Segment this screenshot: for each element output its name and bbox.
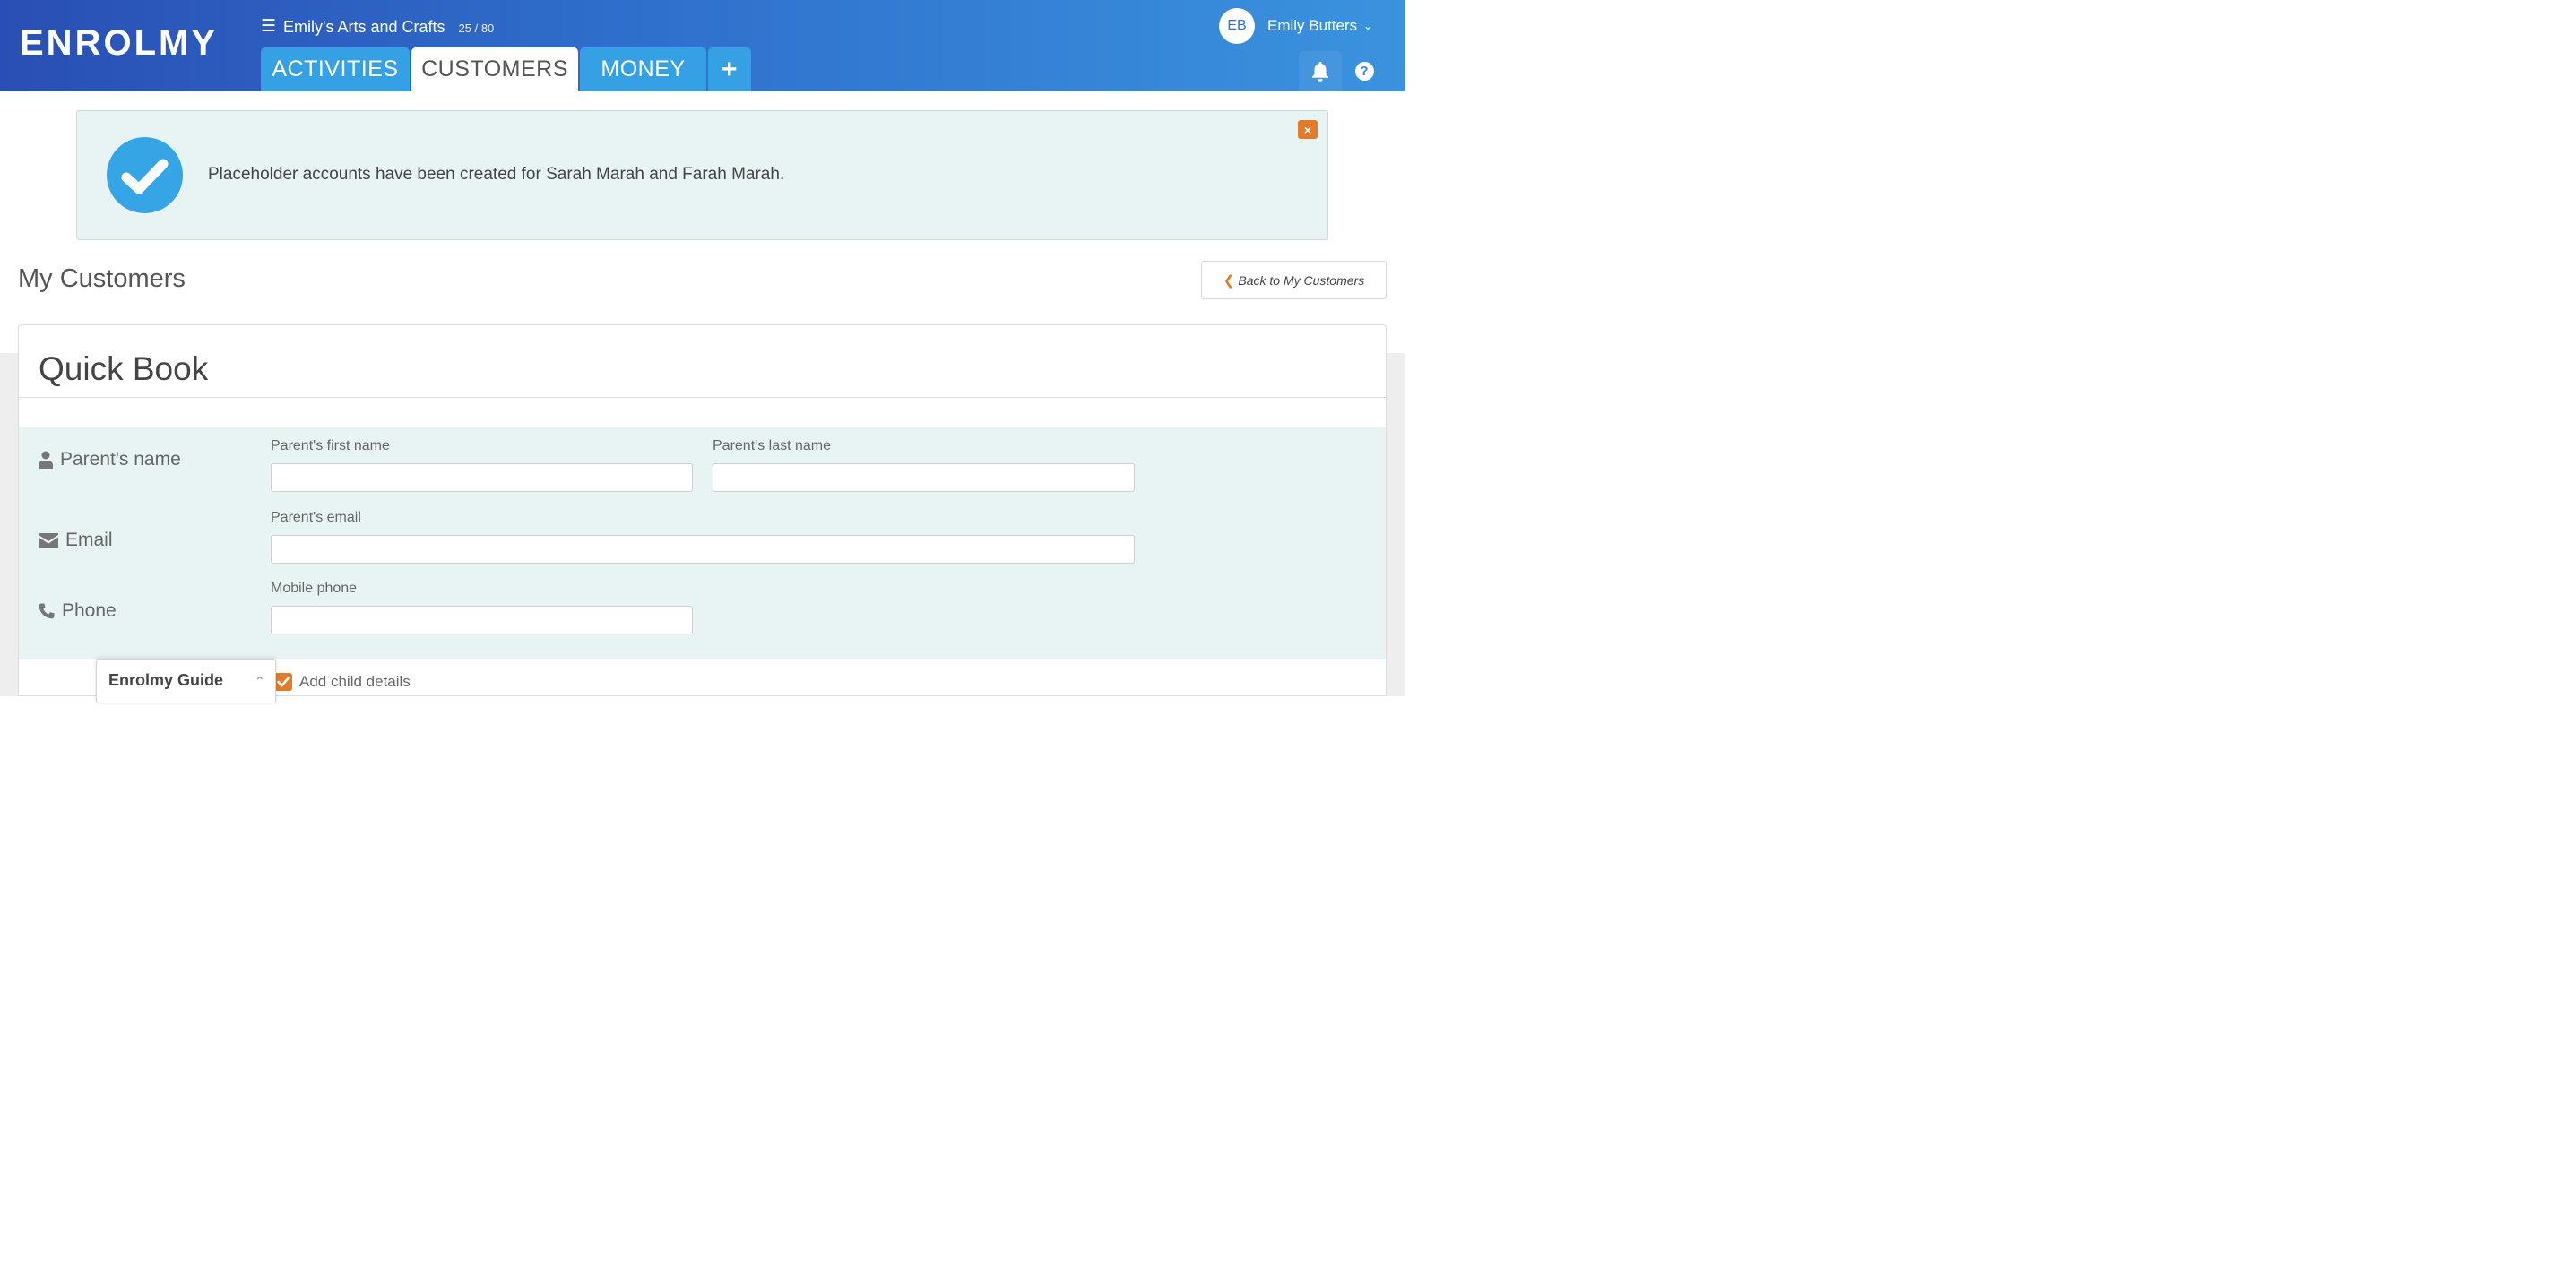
divider: [19, 397, 1386, 398]
back-to-customers-button[interactable]: ❮ Back to My Customers: [1201, 261, 1387, 299]
parent-details-section: Parent's name Parent's first name Parent…: [19, 427, 1386, 659]
tab-money[interactable]: MONEY: [580, 47, 706, 91]
checkmark-icon: [277, 677, 290, 687]
hamburger-menu-icon[interactable]: ☰: [261, 18, 276, 36]
page-title: My Customers: [18, 264, 186, 293]
enrolmy-guide-widget[interactable]: Enrolmy Guide ⌃: [96, 659, 276, 703]
user-menu[interactable]: EB Emily Butters ⌄: [1219, 8, 1372, 44]
envelope-icon: [39, 532, 58, 548]
phone-icon: [39, 603, 55, 619]
guide-title: Enrolmy Guide: [108, 671, 224, 689]
close-icon: ×: [1303, 122, 1312, 137]
user-name[interactable]: Emily Butters: [1267, 17, 1357, 35]
close-alert-button[interactable]: ×: [1298, 120, 1318, 139]
add-child-row: Add child details: [274, 673, 411, 691]
parent-name-label: Parent's name: [60, 449, 181, 470]
add-child-label[interactable]: Add child details: [299, 673, 411, 691]
last-name-label: Parent's last name: [713, 438, 832, 453]
add-tab-button[interactable]: +: [708, 47, 751, 91]
top-header: ENROLMY ☰ Emily's Arts and Crafts 25 / 8…: [0, 0, 1405, 91]
chevron-down-icon[interactable]: ⌄: [1363, 20, 1372, 32]
first-name-field[interactable]: [271, 463, 693, 492]
user-icon: [39, 451, 53, 469]
chevron-up-icon[interactable]: ⌃: [255, 674, 265, 689]
enrolmy-logo[interactable]: ENROLMY: [20, 25, 218, 61]
phone-row-label: Phone: [39, 600, 117, 622]
email-field-label: Parent's email: [271, 510, 361, 525]
success-alert: Placeholder accounts have been created f…: [76, 110, 1328, 240]
email-row-label: Email: [39, 530, 113, 551]
checkmark-circle-icon: [107, 137, 183, 213]
help-button[interactable]: ?: [1343, 51, 1386, 91]
add-child-checkbox[interactable]: [274, 673, 292, 691]
first-name-label: Parent's first name: [271, 438, 390, 453]
notifications-button[interactable]: [1299, 51, 1342, 91]
organisation-name[interactable]: Emily's Arts and Crafts: [283, 18, 445, 37]
bell-icon: [1312, 62, 1328, 82]
back-button-label: Back to My Customers: [1238, 272, 1365, 288]
quick-book-card: Quick Book Parent's name Parent's first …: [18, 324, 1387, 696]
chevron-left-icon: ❮: [1223, 272, 1235, 289]
quick-book-title: Quick Book: [39, 350, 209, 387]
mobile-phone-field[interactable]: [271, 606, 693, 634]
plus-icon: +: [721, 54, 739, 84]
organisation-count: 25 / 80: [458, 22, 495, 35]
phone-label: Phone: [62, 600, 117, 621]
mobile-phone-label: Mobile phone: [271, 581, 358, 596]
alert-message: Placeholder accounts have been created f…: [208, 165, 785, 184]
tab-activities[interactable]: ACTIVITIES: [261, 47, 410, 91]
question-icon: ?: [1354, 62, 1374, 81]
parent-name-row-label: Parent's name: [39, 449, 181, 470]
organisation-switcher[interactable]: ☰ Emily's Arts and Crafts 25 / 80: [261, 16, 494, 38]
email-field[interactable]: [271, 535, 1135, 564]
last-name-field[interactable]: [713, 463, 1135, 492]
email-label: Email: [65, 530, 113, 550]
main-tabs: ACTIVITIES CUSTOMERS MONEY +: [261, 47, 753, 91]
tab-customers[interactable]: CUSTOMERS: [411, 47, 578, 91]
avatar[interactable]: EB: [1219, 8, 1255, 44]
